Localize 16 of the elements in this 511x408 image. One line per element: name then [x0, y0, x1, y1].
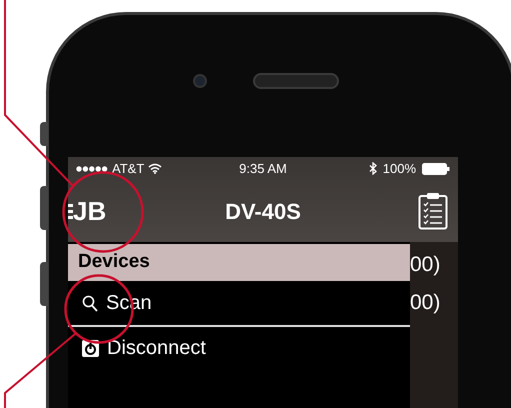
status-time: 9:35 AM [238, 160, 288, 178]
wifi-icon [148, 163, 162, 174]
camera-lens [193, 74, 207, 88]
device-list-text: 00) [410, 252, 442, 278]
search-icon [82, 294, 98, 312]
bluetooth-icon [368, 162, 377, 175]
clipboard-icon[interactable] [418, 192, 448, 230]
device-list-text: 00) [410, 290, 442, 316]
signal-icon [76, 166, 108, 172]
carrier-name: AT&T [112, 160, 144, 178]
screen-title: DV-40S [225, 198, 301, 226]
battery-icon [422, 162, 450, 174]
section-heading: Devices [78, 250, 150, 274]
battery-percent: 100% [382, 160, 416, 178]
app-logo: JB [73, 198, 106, 224]
menu-icon[interactable] [68, 203, 73, 219]
